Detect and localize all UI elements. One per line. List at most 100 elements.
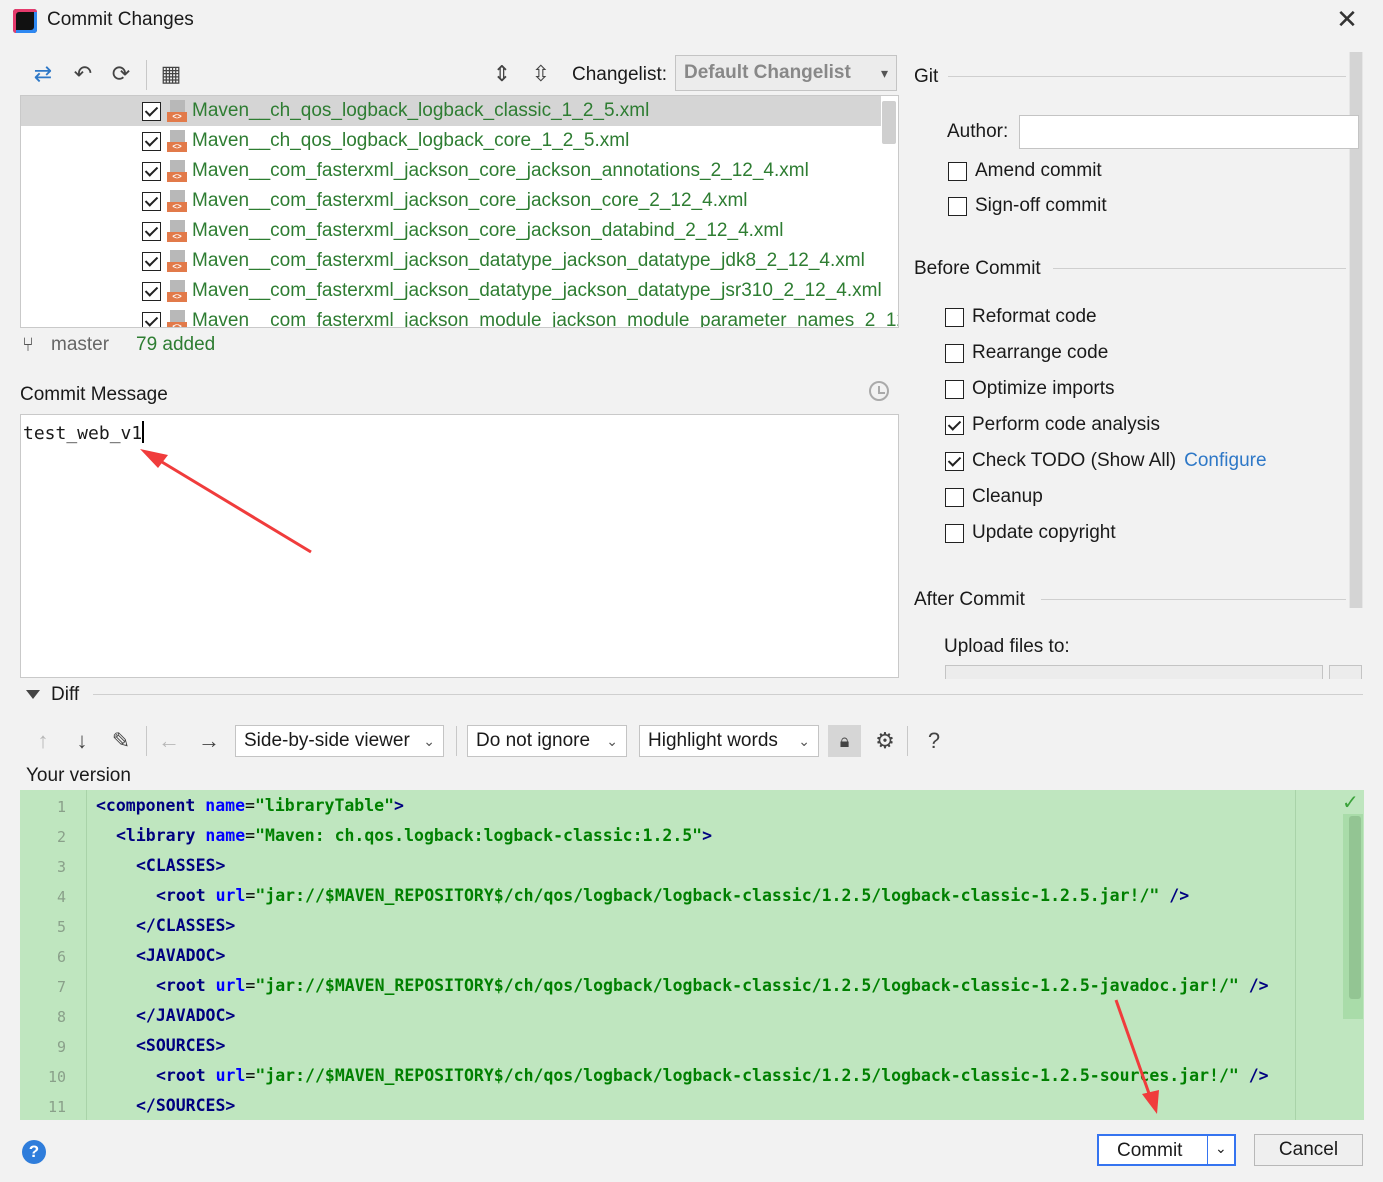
lock-icon[interactable]: 🔒︎ (828, 725, 861, 757)
xml-file-icon: <> (167, 190, 187, 212)
checkbox[interactable] (945, 344, 964, 363)
changelist-select[interactable]: Default Changelist ▾ (675, 55, 897, 91)
checkbox[interactable] (948, 197, 967, 216)
toolbar-separator (907, 726, 908, 756)
file-name: Maven__ch_qos_logback_logback_core_1_2_5… (192, 130, 630, 151)
option-label: Cleanup (972, 486, 1043, 507)
chevron-down-icon: ⌄ (606, 733, 618, 749)
prev-diff-icon[interactable]: ↑ (30, 728, 56, 754)
line-number: 2 (56, 828, 66, 846)
file-row[interactable]: <> Maven__com_fasterxml_jackson_datatype_… (21, 246, 881, 276)
editor-divider (1295, 790, 1296, 1120)
author-label: Author: (947, 121, 1009, 142)
checkbox[interactable] (945, 308, 964, 327)
toolbar-separator (146, 726, 147, 756)
group-by-icon[interactable]: ▦ (158, 61, 184, 87)
file-row[interactable]: <> Maven__com_fasterxml_jackson_core_jack… (21, 156, 881, 186)
code-line: <root url="jar://$MAVEN_REPOSITORY$/ch/q… (156, 976, 1269, 995)
file-checkbox[interactable] (142, 162, 161, 181)
file-list-scrollbar[interactable] (882, 101, 896, 144)
cancel-button[interactable]: Cancel (1254, 1134, 1363, 1166)
help-question-icon[interactable]: ? (921, 728, 947, 754)
ignore-whitespace-select[interactable]: Do not ignore ⌄ (467, 725, 627, 757)
xml-file-icon: <> (167, 250, 187, 272)
checkbox[interactable] (945, 524, 964, 543)
file-checkbox[interactable] (142, 282, 161, 301)
refresh-icon[interactable]: ⟳ (108, 61, 134, 87)
signoff-commit-label: Sign-off commit (975, 195, 1107, 216)
commit-message-text: test_web_v1 (23, 423, 143, 444)
checkbox[interactable] (945, 416, 964, 435)
file-row[interactable]: <> Maven__com_fasterxml_jackson_core_jack… (21, 216, 881, 246)
diff-editor[interactable]: 1 <component name="libraryTable"> 2 <librar… (20, 790, 1364, 1120)
file-checkbox[interactable] (142, 102, 161, 121)
file-checkbox[interactable] (142, 312, 161, 327)
file-row[interactable]: <> Maven__com_fasterxml_jackson_datatype_… (21, 276, 882, 306)
checkbox[interactable] (945, 452, 964, 471)
highlight-value: Highlight words (648, 730, 778, 751)
prev-file-icon[interactable]: ← (156, 728, 182, 754)
toolbar-separator (146, 60, 147, 90)
line-number: 8 (56, 1008, 66, 1026)
rollback-arrows-icon[interactable]: ⇄ (30, 61, 56, 87)
commit-message-input[interactable]: test_web_v1 (20, 414, 899, 678)
ignore-value: Do not ignore (476, 730, 591, 751)
commit-message-label: Commit Message (20, 384, 168, 405)
undo-icon[interactable]: ↶ (70, 61, 96, 87)
xml-file-icon: <> (167, 100, 187, 122)
viewer-select[interactable]: Side-by-side viewer ⌄ (235, 725, 444, 757)
file-row[interactable]: <> Maven__com_fasterxml_jackson_core_jack… (21, 186, 881, 216)
commit-button[interactable]: Commit ⌄ (1097, 1134, 1236, 1166)
file-checkbox[interactable] (142, 132, 161, 151)
checkbox[interactable] (945, 488, 964, 507)
line-number: 11 (47, 1098, 66, 1116)
checkbox[interactable] (948, 162, 967, 181)
gutter-divider (86, 790, 87, 1120)
line-number: 9 (56, 1038, 66, 1056)
help-icon[interactable]: ? (22, 1140, 46, 1164)
close-icon[interactable]: ✕ (1334, 6, 1360, 32)
history-icon[interactable] (869, 381, 889, 401)
editor-scrollbar[interactable] (1349, 816, 1361, 999)
line-number: 7 (56, 978, 66, 996)
line-number: 3 (56, 858, 66, 876)
branch-icon: ⑂ (22, 334, 34, 356)
upload-target-select[interactable] (945, 665, 1323, 679)
file-row[interactable]: <> Maven__ch_qos_logback_logback_classic_… (21, 96, 881, 126)
file-checkbox[interactable] (142, 252, 161, 271)
edit-source-icon[interactable]: ✎ (108, 728, 134, 754)
option-label: Optimize imports (972, 378, 1115, 399)
chevron-down-icon: ⌄ (423, 733, 435, 749)
toolbar-separator (456, 726, 457, 756)
file-row[interactable]: <> Maven__ch_qos_logback_logback_core_1_2… (21, 126, 881, 156)
option-label: Perform code analysis (972, 414, 1160, 435)
your-version-label: Your version (26, 765, 131, 786)
xml-file-icon: <> (167, 280, 187, 302)
file-checkbox[interactable] (142, 192, 161, 211)
changelist-value: Default Changelist (684, 62, 851, 83)
collapse-all-icon[interactable]: ⇳ (528, 61, 554, 87)
configure-link[interactable]: Configure (1184, 450, 1266, 471)
expand-all-icon[interactable]: ⇕ (489, 61, 515, 87)
file-row[interactable]: <> Maven__com_fasterxml_jackson_module_ja… (21, 306, 898, 327)
option-label: Check TODO (Show All) Configure (972, 450, 1267, 471)
line-number: 6 (56, 948, 66, 966)
chevron-down-icon[interactable]: ⌄ (1215, 1140, 1227, 1157)
author-input[interactable] (1019, 115, 1359, 149)
git-section-title: Git (914, 66, 939, 87)
highlight-select[interactable]: Highlight words ⌄ (639, 725, 819, 757)
upload-config-button[interactable] (1329, 665, 1362, 679)
file-checkbox[interactable] (142, 222, 161, 241)
collapse-triangle-icon[interactable] (26, 690, 40, 699)
gear-icon[interactable]: ⚙ (872, 728, 898, 754)
code-line: <component name="libraryTable"> (96, 796, 404, 815)
xml-file-icon: <> (167, 160, 187, 182)
changed-files-list[interactable]: <> Maven__ch_qos_logback_logback_classic_… (20, 95, 899, 328)
code-line: </CLASSES> (136, 916, 236, 935)
xml-file-icon: <> (167, 130, 187, 152)
checkbox[interactable] (945, 380, 964, 399)
next-diff-icon[interactable]: ↓ (69, 728, 95, 754)
file-name: Maven__com_fasterxml_jackson_core_jackso… (192, 190, 748, 211)
text-caret (142, 421, 145, 443)
next-file-icon[interactable]: → (196, 728, 222, 754)
